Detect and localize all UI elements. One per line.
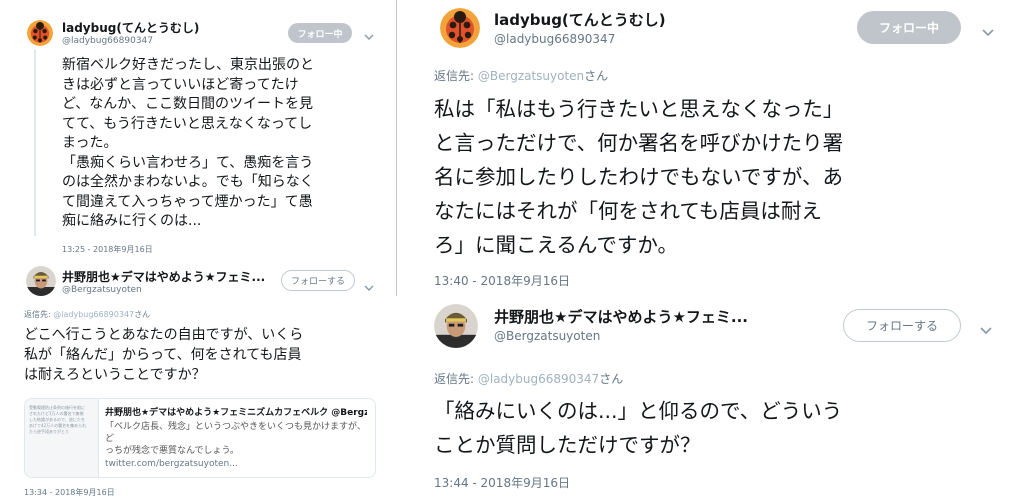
author-handle[interactable]: @Bergzatsuyoten — [62, 285, 142, 295]
tweet-timestamp[interactable]: 13:25 - 2018年9月16日 — [62, 244, 153, 255]
link-card[interactable]: 受動喫煙防止条例の施行を前に されたけど1万人の署名で無視 した結論があるので、… — [24, 398, 376, 478]
author-name[interactable]: ladybug(てんとうむし) — [494, 9, 666, 30]
author-name[interactable]: 井野朋也★デマはやめよう★フェミ... — [494, 306, 748, 327]
tweet-text: どこへ行こうとあなたの自由ですが、いくら 私が「絡んだ」からって、何をされても店… — [24, 327, 304, 383]
tweet-timestamp[interactable]: 13:40 - 2018年9月16日 — [434, 272, 570, 289]
thread-line — [34, 50, 36, 236]
card-title: 井野朋也★デマはやめよう★フェミニズムカフェベルク @Bergz... — [105, 408, 367, 418]
panel-divider — [396, 0, 397, 296]
reply-prefix: 返信先: — [434, 372, 478, 386]
ladybug-avatar[interactable] — [440, 8, 480, 48]
chevron-down-icon[interactable] — [364, 26, 374, 45]
tweet-timestamp[interactable]: 13:44 - 2018年9月16日 — [434, 474, 570, 491]
chevron-down-icon[interactable] — [982, 22, 994, 41]
person-avatar[interactable] — [26, 266, 56, 296]
person-avatar[interactable] — [434, 304, 478, 348]
ladybug-avatar[interactable] — [27, 20, 53, 46]
card-link: twitter.com/bergzatsuyoten... — [105, 459, 238, 469]
reply-to-handle[interactable]: @ladybug66890347 — [53, 310, 134, 319]
tweet-text: 新宿ベルク好きだったし、東京出張のと きは必ずと言っていいほど寄ってたけ ど、な… — [62, 57, 314, 229]
tweet-text: 私は「私はもう行きたいと思えなくなった」 と言っただけで、何か署名を呼びかけたり… — [434, 97, 844, 257]
reply-to-handle[interactable]: @Bergzatsuyoten — [478, 69, 584, 83]
following-button[interactable]: フォロー中 — [288, 23, 352, 43]
reply-suffix: さん — [134, 310, 151, 319]
card-thumbnail: 受動喫煙防止条例の施行を前に されたけど1万人の署名で無視 した結論があるので、… — [25, 399, 99, 477]
reply-to-line: 返信先: @Bergzatsuyotenさん — [434, 67, 608, 84]
reply-prefix: 返信先: — [24, 310, 54, 319]
card-description: 「ベルク店長、残念」というつぶやきをいくつも見かけますが、ど っちが残念で悪質な… — [105, 422, 366, 456]
chevron-down-icon[interactable] — [980, 320, 992, 339]
tweet-text: 「絡みにいくのは...」と仰るので、どういう ことか質問しただけですが？ — [434, 399, 843, 457]
tweet-timestamp[interactable]: 13:34 - 2018年9月16日 — [24, 487, 115, 498]
follow-button[interactable]: フォローする — [281, 270, 355, 291]
author-handle[interactable]: @ladybug66890347 — [494, 32, 615, 46]
author-handle[interactable]: @ladybug66890347 — [62, 36, 153, 46]
following-button[interactable]: フォロー中 — [857, 11, 961, 44]
author-name[interactable]: 井野朋也★デマはやめよう★フェミ... — [62, 268, 265, 285]
reply-prefix: 返信先: — [434, 69, 478, 83]
chevron-down-icon[interactable] — [364, 277, 374, 296]
author-handle[interactable]: @Bergzatsuyoten — [494, 329, 600, 343]
follow-button[interactable]: フォローする — [843, 309, 961, 342]
reply-suffix: さん — [599, 372, 624, 386]
author-name[interactable]: ladybug(てんとうむし) — [62, 19, 199, 36]
reply-to-line: 返信先: @ladybug66890347さん — [434, 370, 623, 387]
reply-to-line: 返信先: @ladybug66890347さん — [24, 309, 150, 320]
reply-suffix: さん — [584, 69, 609, 83]
reply-to-handle[interactable]: @ladybug66890347 — [478, 372, 599, 386]
